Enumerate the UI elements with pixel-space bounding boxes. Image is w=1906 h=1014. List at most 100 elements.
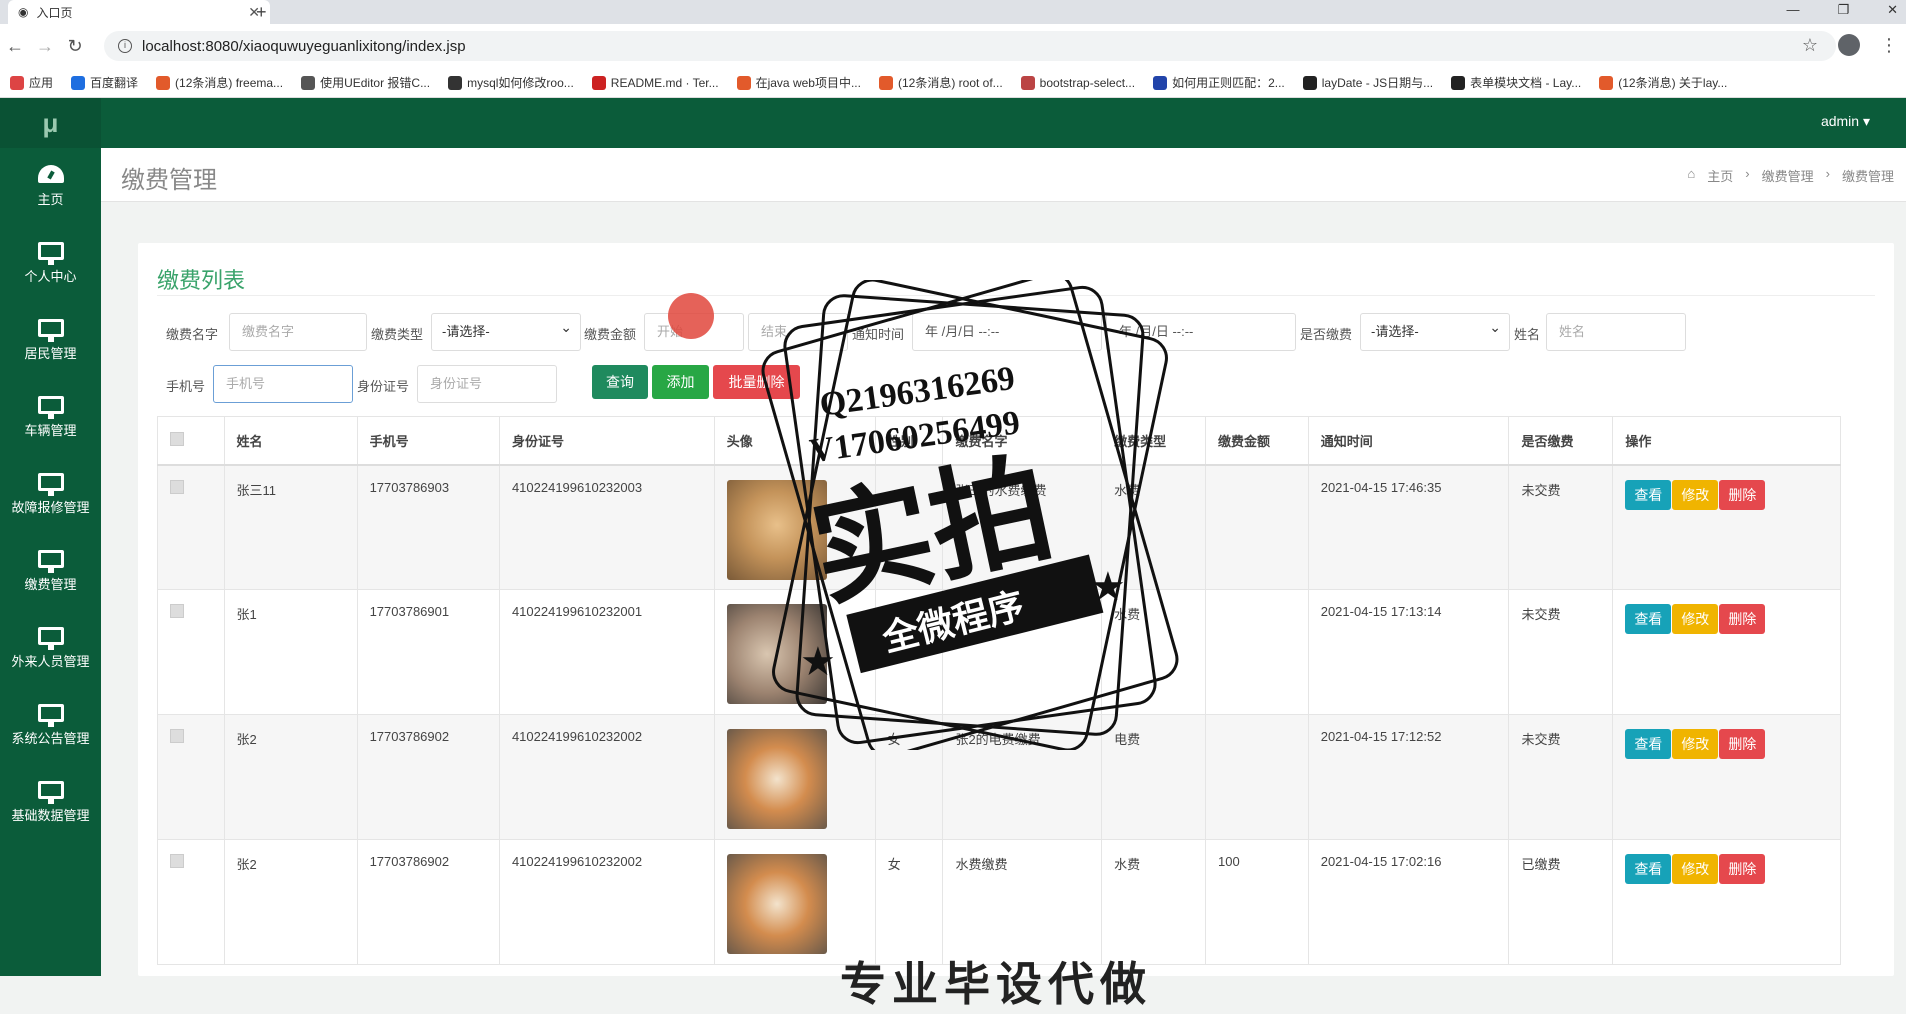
- bookmark-item[interactable]: 如何用正则匹配：2...: [1153, 74, 1285, 91]
- bookmark-icon: [448, 75, 463, 90]
- browser-tab[interactable]: ◉ 入口页 ✕: [8, 0, 270, 24]
- row-select-cell: [157, 839, 225, 965]
- table-row[interactable]: 张2 17703786902 410224199610232002 女水费缴费 水费 10…: [157, 839, 1841, 965]
- delete-button[interactable]: 删除: [1719, 604, 1766, 634]
- view-button[interactable]: 查看: [1625, 729, 1672, 759]
- sidebar-item[interactable]: 个人中心: [0, 225, 101, 302]
- amount-end-input[interactable]: 结束: [748, 313, 848, 351]
- paid-select[interactable]: -请选择-: [1360, 309, 1510, 351]
- user-menu[interactable]: admin ▾: [1821, 113, 1870, 130]
- delete-button[interactable]: 删除: [1719, 854, 1766, 884]
- minimize-icon[interactable]: —: [1786, 2, 1799, 18]
- row-checkbox[interactable]: [170, 729, 184, 743]
- sidebar-item[interactable]: 居民管理: [0, 302, 101, 379]
- bookmark-item[interactable]: 表单模块文档 - Lay...: [1451, 74, 1581, 91]
- cell-gender: [874, 464, 944, 590]
- page-title: 缴费管理: [121, 167, 217, 194]
- sidebar-item[interactable]: 缴费管理: [0, 533, 101, 610]
- menu-icon[interactable]: ⋮: [1880, 35, 1898, 56]
- edit-button[interactable]: 修改: [1672, 854, 1719, 884]
- select-all-checkbox[interactable]: [170, 431, 184, 446]
- time-end-input[interactable]: 年 /月/日 --:--: [1106, 313, 1296, 351]
- cell-time: 2021-04-15 17:13:14: [1307, 589, 1510, 715]
- batch-delete-button[interactable]: 批量删除: [713, 365, 800, 399]
- edit-button[interactable]: 修改: [1672, 729, 1719, 759]
- breadcrumb-item[interactable]: 主页: [1707, 166, 1733, 185]
- person-name-input[interactable]: 姓名: [1546, 313, 1686, 351]
- avatar-cell: [713, 839, 876, 965]
- sidebar-item[interactable]: 主页: [0, 148, 101, 225]
- sidebar-item[interactable]: 故障报修管理: [0, 456, 101, 533]
- fee-type-select[interactable]: -请选择-: [431, 309, 581, 351]
- edit-button[interactable]: 修改: [1672, 479, 1719, 510]
- restore-icon[interactable]: ❐: [1837, 2, 1849, 18]
- view-button[interactable]: 查看: [1625, 479, 1672, 510]
- forward-icon[interactable]: →: [30, 36, 60, 57]
- bookmark-item[interactable]: README.md · Ter...: [591, 75, 719, 90]
- row-checkbox[interactable]: [170, 604, 184, 618]
- id-number-input[interactable]: 身份证号: [417, 365, 557, 403]
- cell-time: 2021-04-15 17:02:16: [1307, 839, 1510, 965]
- bookmark-item[interactable]: 在java web项目中...: [736, 74, 861, 91]
- bookmark-label: 如何用正则匹配：2...: [1172, 76, 1285, 90]
- paid-label: 是否缴费: [1300, 327, 1353, 342]
- bookmark-item[interactable]: (12条消息) freema...: [156, 74, 283, 91]
- fee-name-input[interactable]: 缴费名字: [229, 313, 367, 351]
- sidebar-item[interactable]: 外来人员管理: [0, 610, 101, 687]
- bookmark-item[interactable]: 百度翻译: [71, 74, 138, 91]
- notify-time-label: 通知时间: [852, 327, 905, 342]
- profile-icon[interactable]: [1838, 34, 1860, 56]
- info-icon[interactable]: i: [118, 39, 132, 53]
- new-tab-icon[interactable]: +: [256, 2, 267, 23]
- table-row[interactable]: 张2 17703786902 410224199610232002 女张2的电费缴费电…: [157, 714, 1841, 840]
- cell-fee-type: 水费: [1101, 464, 1207, 590]
- bookmark-label: bootstrap-select...: [1039, 75, 1136, 90]
- fee-name-label: 缴费名字: [166, 327, 219, 342]
- chevron-right-icon: ›: [1825, 166, 1830, 181]
- phone-input[interactable]: 手机号: [213, 365, 353, 403]
- table-row[interactable]: 张1 17703786901 410224199610232001 女 水费 2021-0…: [157, 589, 1841, 715]
- bookmark-item[interactable]: bootstrap-select...: [1020, 75, 1136, 90]
- star-icon[interactable]: ☆: [1802, 35, 1818, 56]
- row-checkbox[interactable]: [170, 479, 184, 494]
- view-button[interactable]: 查看: [1625, 854, 1672, 884]
- cell-name: 张1: [223, 589, 358, 715]
- avatar-cell: [713, 589, 876, 715]
- cell-amount: [1205, 464, 1309, 590]
- row-checkbox[interactable]: [170, 854, 184, 868]
- cell-idno: 410224199610232002: [498, 714, 715, 840]
- cell-fee-name: 张三的水费缴费: [942, 464, 1103, 590]
- table-row[interactable]: 张三11 17703786903 410224199610232003 张三的水费缴费…: [157, 464, 1841, 590]
- delete-button[interactable]: 删除: [1719, 479, 1766, 510]
- bookmark-item[interactable]: (12条消息) 关于lay...: [1599, 74, 1727, 91]
- monitor-icon: [37, 704, 64, 727]
- url-field[interactable]: i localhost:8080/xiaoquwuyeguanlixitong/…: [104, 31, 1836, 61]
- dashboard-icon: [37, 165, 64, 183]
- sidebar-item[interactable]: 系统公告管理: [0, 687, 101, 764]
- reload-icon[interactable]: ↻: [60, 36, 90, 57]
- add-button[interactable]: 添加: [652, 365, 709, 399]
- phone-label: 手机号: [166, 379, 206, 394]
- bookmark-item[interactable]: layDate - JS日期与...: [1302, 74, 1433, 91]
- bookmark-item[interactable]: 应用: [10, 74, 53, 91]
- back-icon[interactable]: ←: [0, 36, 30, 57]
- bookmark-item[interactable]: mysql如何修改roo...: [448, 74, 574, 91]
- bookmark-label: (12条消息) 关于lay...: [1618, 76, 1728, 90]
- breadcrumb-item[interactable]: 缴费管理: [1762, 166, 1814, 185]
- avatar: [726, 604, 827, 704]
- close-window-icon[interactable]: ✕: [1887, 2, 1898, 18]
- app-logo[interactable]: μ: [0, 98, 101, 148]
- bookmark-item[interactable]: 使用UEditor 报错C...: [301, 74, 430, 91]
- bookmark-item[interactable]: (12条消息) root of...: [878, 74, 1003, 91]
- bookmark-label: 表单模块文档 - Lay...: [1470, 76, 1582, 90]
- sidebar-item[interactable]: 基础数据管理: [0, 764, 101, 841]
- browser-tab-bar: ◉ 入口页 ✕ + — ❐ ✕: [0, 0, 1906, 24]
- search-button[interactable]: 查询: [592, 365, 648, 399]
- delete-button[interactable]: 删除: [1719, 729, 1766, 759]
- view-button[interactable]: 查看: [1625, 604, 1672, 634]
- cell-idno: 410224199610232002: [498, 839, 715, 965]
- sidebar-item-label: 居民管理: [24, 346, 77, 361]
- sidebar-item[interactable]: 车辆管理: [0, 379, 101, 456]
- edit-button[interactable]: 修改: [1672, 604, 1719, 634]
- time-start-input[interactable]: 年 /月/日 --:--: [912, 313, 1102, 351]
